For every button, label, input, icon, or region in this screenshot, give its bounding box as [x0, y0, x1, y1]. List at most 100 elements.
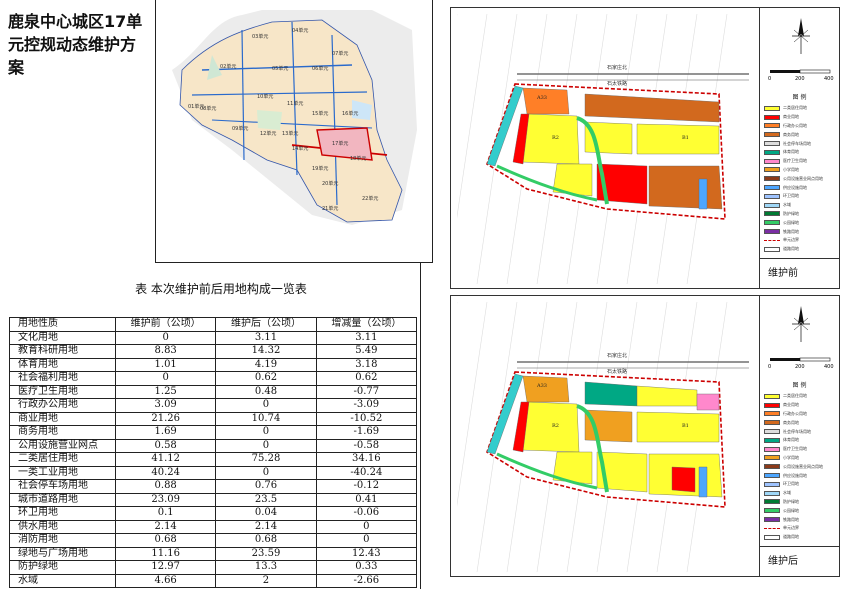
legend-label: 体育用地	[783, 149, 799, 155]
legend-item: 公园绿地	[764, 218, 836, 227]
parcel	[584, 409, 633, 443]
unit-key-map: 01单元 02单元 03单元 04单元 05单元 06单元 07单元 08单元 09单元 10单元…	[172, 10, 417, 230]
table-row: 防护绿地 12.97 13.3 0.33	[9, 560, 418, 575]
col-header-change: 增减量（公顷）	[315, 317, 418, 332]
road-label: 石家庄北	[607, 352, 627, 359]
parcel	[520, 113, 580, 165]
table-row: 一类工业用地 40.24 0 -40.24	[9, 465, 418, 480]
legend-swatch	[764, 508, 780, 514]
north-arrow-icon	[792, 306, 810, 342]
table-row: 供水用地 2.14 2.14 0	[9, 519, 418, 534]
cell-before: 1.25	[114, 384, 217, 399]
legend-swatch	[764, 517, 780, 523]
plan-after-map: 石家庄北石太铁路文兴路文化路A33R2B1	[457, 302, 749, 572]
parcel-label: R2	[552, 423, 559, 429]
parcel	[520, 401, 580, 453]
legend-item: 行政办公用地	[764, 410, 836, 419]
parcel-label: A33	[536, 95, 547, 101]
legend-item: 供应设施用地	[764, 471, 836, 480]
legend-item: 公用设施营业网点用地	[764, 462, 836, 471]
parcel-label: A33	[536, 383, 547, 389]
scale-label: 200	[795, 76, 805, 82]
parcel	[584, 121, 633, 155]
table-row: 文化用地 0 3.11 3.11	[9, 330, 418, 345]
legend-label: 道路用地	[783, 534, 799, 540]
legend-label: 社会停车场用地	[783, 140, 811, 146]
cell-land-use: 行政办公用地	[9, 398, 116, 413]
legend-label: 防护绿地	[783, 498, 799, 504]
cell-before: 21.26	[114, 411, 217, 426]
legend-label: 医疗卫生用地	[783, 446, 807, 452]
legend-swatch	[764, 114, 780, 120]
cell-before: 40.24	[114, 465, 217, 480]
legend-swatch	[764, 193, 780, 199]
legend-swatch	[764, 202, 780, 208]
legend-swatch	[764, 211, 780, 217]
legend-item: 体育用地	[764, 148, 836, 157]
unit-label: 16单元	[342, 110, 358, 117]
cell-before: 1.69	[114, 425, 217, 440]
unit-label: 02单元	[220, 63, 236, 70]
frame-divider	[155, 262, 433, 263]
plan-before-caption: 维护前	[760, 258, 839, 288]
cell-after: 14.32	[215, 344, 317, 359]
legend-label: 道路用地	[783, 246, 799, 252]
legend-swatch	[764, 246, 780, 252]
legend-label: 单元边界	[783, 237, 799, 243]
legend-swatch	[764, 176, 780, 182]
legend-after: 0 200 400 图 例 二类居住用地 商业用地 行政办公用地 商务用地 社会停车场用…	[759, 296, 839, 576]
legend-item: 二类居住用地	[764, 392, 836, 401]
legend-label: 单元边界	[783, 525, 799, 531]
table-row: 体育用地 1.01 4.19 3.18	[9, 357, 418, 372]
cell-after: 0.48	[215, 384, 317, 399]
legend-swatch	[764, 499, 780, 505]
cell-land-use: 消防用地	[9, 533, 116, 548]
cell-land-use: 医疗卫生用地	[9, 384, 116, 399]
table-row: 环卫用地 0.1 0.04 -0.06	[9, 506, 418, 521]
legend-swatch	[764, 481, 780, 487]
unit-label: 09单元	[232, 125, 248, 132]
cell-land-use: 环卫用地	[9, 506, 116, 521]
legend-item: 水域	[764, 489, 836, 498]
legend-item: 环卫用地	[764, 192, 836, 201]
legend-swatch	[764, 105, 780, 111]
legend-swatch	[764, 429, 780, 435]
cell-after: 0	[215, 425, 317, 440]
table-row: 行政办公用地 3.09 0 -3.09	[9, 398, 418, 413]
cell-before: 0	[114, 371, 217, 386]
legend-list: 二类居住用地 商业用地 行政办公用地 商务用地 社会停车场用地 体育用地 医疗卫生用地 小学用…	[764, 104, 836, 254]
legend-label: 公园绿地	[783, 219, 799, 225]
legend-item: 供应设施用地	[764, 183, 836, 192]
unit-label: 19单元	[312, 165, 328, 172]
table-row: 消防用地 0.68 0.68 0	[9, 533, 418, 548]
legend-swatch	[764, 534, 780, 540]
parcel	[698, 178, 708, 210]
legend-swatch	[764, 141, 780, 147]
scale-label: 200	[795, 364, 805, 370]
parcel	[671, 466, 696, 493]
unit-label: 04单元	[292, 27, 308, 34]
unit-label: 07单元	[332, 50, 348, 57]
cell-change: -0.06	[315, 506, 418, 521]
legend-item: 环卫用地	[764, 480, 836, 489]
col-header-after: 维护后（公顷）	[215, 317, 317, 332]
cell-change: -3.09	[315, 398, 418, 413]
cell-change: -1.69	[315, 425, 418, 440]
table-row: 社会停车场用地 0.88 0.76 -0.12	[9, 479, 418, 494]
legend-swatch	[764, 527, 780, 529]
legend-swatch	[764, 393, 780, 399]
north-arrow-icon	[792, 18, 810, 54]
legend-label: 环卫用地	[783, 481, 799, 487]
col-header-land-use: 用地性质	[9, 317, 116, 332]
legend-swatch	[764, 411, 780, 417]
unit-label: 22单元	[362, 195, 378, 202]
legend-label: 行政办公用地	[783, 122, 807, 128]
legend-swatch	[764, 149, 780, 155]
parcel	[698, 466, 708, 498]
cell-land-use: 城市道路用地	[9, 492, 116, 507]
legend-item: 商业用地	[764, 113, 836, 122]
table-row: 绿地与广场用地 11.16 23.59 12.43	[9, 546, 418, 561]
cell-after: 75.28	[215, 452, 317, 467]
legend-item: 水域	[764, 201, 836, 210]
unit-label: 11单元	[287, 100, 303, 107]
